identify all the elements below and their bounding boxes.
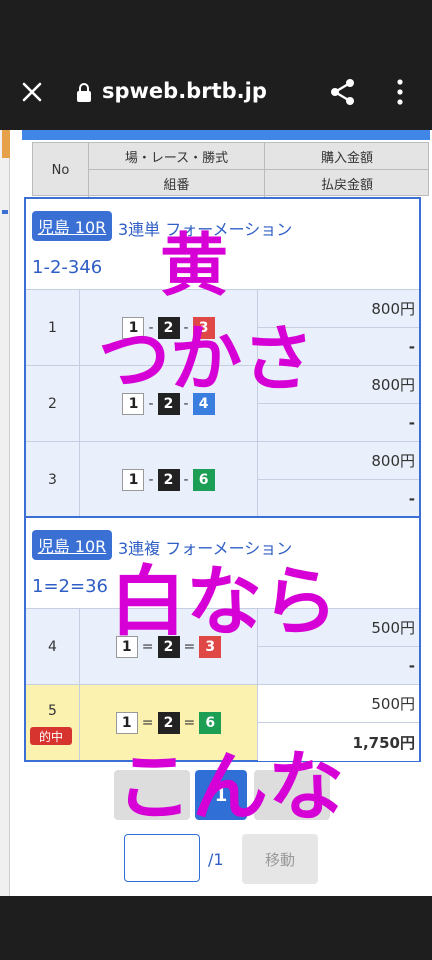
boat-number: 2 <box>157 392 180 415</box>
row-combination: 1 - 2 - 6 <box>80 442 258 517</box>
boat-number: 2 <box>157 711 180 734</box>
more-icon[interactable] <box>390 78 410 106</box>
row-no: 3 <box>26 442 80 517</box>
table-row-hit: 5 的中 1 = 2 = 6 500円 1,750円 <box>26 684 419 761</box>
table-row: 4 1 = 2 = 3 500円 - <box>26 608 419 684</box>
page-total: /1 <box>208 850 224 869</box>
edge-mark <box>2 130 10 158</box>
pagination: 1 <box>10 770 432 830</box>
purchase-amount: 800円 <box>258 442 419 480</box>
boat-number: 6 <box>192 468 215 491</box>
row-no: 1 <box>26 290 80 365</box>
separator: = <box>141 638 154 655</box>
payout-amount: - <box>408 657 415 675</box>
prev-page-button[interactable] <box>114 770 190 820</box>
header-payout-amount: 払戻金額 <box>320 178 373 193</box>
combination-text: 1-2-346 <box>32 257 103 278</box>
page-content: No 場・レース・勝式 購入金額 組番 払戻金額 児島 10R 3連単 フォーメ… <box>10 130 432 896</box>
venue-race-link[interactable]: 児島 10R <box>32 211 112 241</box>
system-nav-bar <box>0 896 432 960</box>
row-no: 5 <box>48 703 57 719</box>
boat-number: 1 <box>122 316 145 339</box>
bet-block: 児島 10R 3連複 フォーメーション 1=2=36 4 1 = 2 = 3 5… <box>24 516 421 762</box>
lock-icon <box>77 83 91 102</box>
table-header: No 場・レース・勝式 購入金額 組番 払戻金額 <box>32 142 429 197</box>
table-row: 2 1 - 2 - 4 800円 - <box>26 365 419 441</box>
purchase-amount: 800円 <box>258 290 419 328</box>
next-page-button[interactable] <box>254 770 330 820</box>
bet-type-label: 3連単 フォーメーション <box>118 220 293 239</box>
bet-type-label: 3連複 フォーメーション <box>118 539 293 558</box>
row-no: 4 <box>26 609 80 684</box>
boat-number: 2 <box>157 635 180 658</box>
boat-number: 2 <box>157 468 180 491</box>
payout-amount: - <box>408 490 415 508</box>
header-purchase-amount: 購入金額 <box>265 143 429 170</box>
purchase-amount: 500円 <box>258 685 419 723</box>
separator: = <box>183 714 196 731</box>
top-accent-line <box>22 130 430 140</box>
boat-number: 4 <box>192 392 215 415</box>
payout-amount: 1,750円 <box>258 723 419 761</box>
boat-number: 3 <box>199 635 222 658</box>
header-combination: 組番 <box>89 170 265 197</box>
bet-block-header: 児島 10R 3連複 フォーメーション 1=2=36 <box>26 518 419 608</box>
bet-block-header: 児島 10R 3連単 フォーメーション 1-2-346 <box>26 199 419 289</box>
separator: - <box>183 471 189 488</box>
current-page-button[interactable]: 1 <box>195 770 247 820</box>
row-combination: 1 - 2 - 4 <box>80 366 258 441</box>
separator: - <box>148 395 154 412</box>
page-number-input[interactable] <box>124 834 200 882</box>
separator: - <box>183 395 189 412</box>
separator: - <box>148 471 154 488</box>
row-combination: 1 = 2 = 6 <box>80 685 258 760</box>
boat-number: 1 <box>115 711 138 734</box>
purchase-amount: 500円 <box>258 609 419 647</box>
combination-text: 1=2=36 <box>32 576 108 597</box>
url-text[interactable]: spweb.brtb.jp <box>102 79 267 103</box>
boat-number: 1 <box>122 392 145 415</box>
boat-number: 2 <box>157 316 180 339</box>
separator: - <box>183 319 189 336</box>
boat-number: 1 <box>115 635 138 658</box>
separator: = <box>183 638 196 655</box>
browser-toolbar: spweb.brtb.jp <box>0 54 432 130</box>
boat-number: 1 <box>122 468 145 491</box>
payout-amount: - <box>408 414 415 432</box>
purchase-amount: 800円 <box>258 366 419 404</box>
edge-mark <box>2 210 8 214</box>
share-icon[interactable] <box>330 78 356 106</box>
separator: = <box>141 714 154 731</box>
row-combination: 1 - 2 - 3 <box>80 290 258 365</box>
row-combination: 1 = 2 = 3 <box>80 609 258 684</box>
separator: - <box>148 319 154 336</box>
header-venue-race-type: 場・レース・勝式 <box>89 143 265 170</box>
bet-block: 児島 10R 3連単 フォーメーション 1-2-346 1 1 - 2 - 3 … <box>24 197 421 519</box>
venue-race-link[interactable]: 児島 10R <box>32 530 112 560</box>
table-row: 1 1 - 2 - 3 800円 - <box>26 289 419 365</box>
table-row: 3 1 - 2 - 6 800円 - <box>26 441 419 517</box>
payout-amount: - <box>408 338 415 356</box>
background-page-edge <box>0 130 10 896</box>
header-no: No <box>33 143 89 197</box>
boat-number: 6 <box>199 711 222 734</box>
close-icon[interactable] <box>20 80 44 104</box>
move-button[interactable]: 移動 <box>242 834 318 884</box>
row-no-cell: 5 的中 <box>26 685 80 760</box>
boat-number: 3 <box>192 316 215 339</box>
row-no: 2 <box>26 366 80 441</box>
hit-badge: 的中 <box>30 727 72 745</box>
